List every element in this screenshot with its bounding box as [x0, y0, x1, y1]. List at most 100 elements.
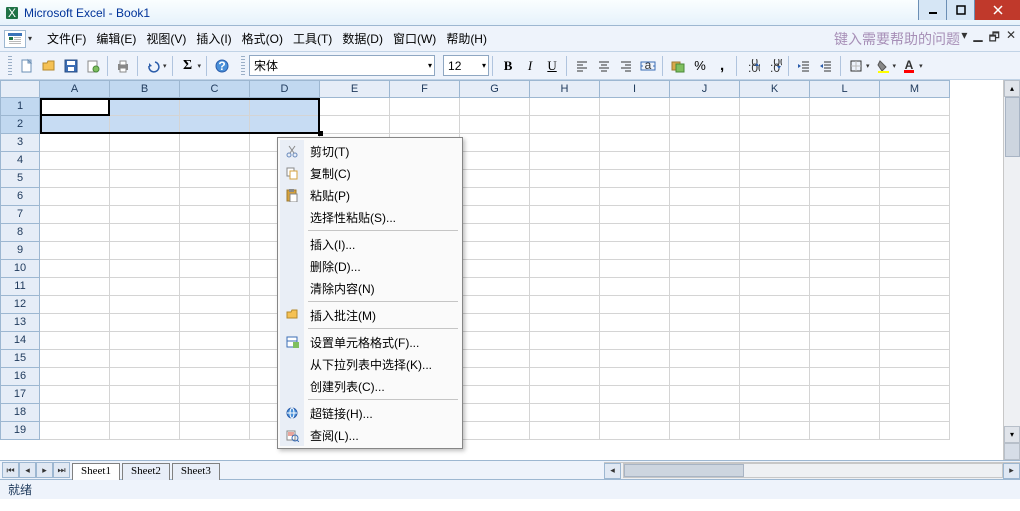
- cell[interactable]: [530, 332, 600, 350]
- cell[interactable]: [880, 332, 950, 350]
- underline-button[interactable]: U: [542, 56, 562, 76]
- chevron-down-icon[interactable]: ▾: [482, 61, 486, 70]
- cell[interactable]: [810, 98, 880, 116]
- cell[interactable]: [530, 206, 600, 224]
- row-header[interactable]: 18: [0, 404, 40, 422]
- row-header[interactable]: 10: [0, 260, 40, 278]
- hscroll-track[interactable]: [623, 463, 1003, 478]
- menu-view[interactable]: 视图(V): [141, 28, 191, 49]
- fill-handle[interactable]: [318, 131, 323, 136]
- cell[interactable]: [740, 332, 810, 350]
- cell[interactable]: [110, 224, 180, 242]
- cell[interactable]: [600, 278, 670, 296]
- cell[interactable]: [110, 296, 180, 314]
- cm-create-list[interactable]: 创建列表(C)...: [280, 375, 460, 397]
- font-color-icon[interactable]: A: [899, 56, 919, 76]
- cell[interactable]: [600, 188, 670, 206]
- cell[interactable]: [40, 332, 110, 350]
- col-header[interactable]: E: [320, 80, 390, 98]
- font-size-combo[interactable]: 12▾: [443, 55, 489, 76]
- row-header[interactable]: 8: [0, 224, 40, 242]
- cell[interactable]: [670, 404, 740, 422]
- row-header[interactable]: 6: [0, 188, 40, 206]
- cell[interactable]: [180, 260, 250, 278]
- cm-hyperlink[interactable]: 超链接(H)...: [280, 402, 460, 424]
- cell[interactable]: [460, 170, 530, 188]
- cell[interactable]: [740, 260, 810, 278]
- cell[interactable]: [810, 206, 880, 224]
- italic-button[interactable]: I: [520, 56, 540, 76]
- cell[interactable]: [110, 116, 180, 134]
- dropdown-icon[interactable]: ▾: [28, 34, 36, 43]
- cell[interactable]: [810, 170, 880, 188]
- decrease-decimal-icon[interactable]: .00.0: [764, 56, 784, 76]
- cell[interactable]: [880, 296, 950, 314]
- cell[interactable]: [600, 260, 670, 278]
- cm-insert-comment[interactable]: 插入批注(M): [280, 304, 460, 326]
- comma-icon[interactable]: ,: [712, 56, 732, 76]
- close-button[interactable]: [974, 0, 1020, 20]
- cell[interactable]: [810, 422, 880, 440]
- cell[interactable]: [40, 386, 110, 404]
- menu-data[interactable]: 数据(D): [337, 28, 388, 49]
- col-header[interactable]: J: [670, 80, 740, 98]
- col-header[interactable]: K: [740, 80, 810, 98]
- help-search-hint[interactable]: 键入需要帮助的问题: [834, 29, 960, 49]
- cell[interactable]: [810, 332, 880, 350]
- cell[interactable]: [530, 368, 600, 386]
- scroll-right-icon[interactable]: ▸: [1003, 463, 1020, 479]
- cell[interactable]: [180, 170, 250, 188]
- cm-lookup[interactable]: 查阅(L)...: [280, 424, 460, 446]
- cell[interactable]: [530, 188, 600, 206]
- cell[interactable]: [670, 314, 740, 332]
- cell[interactable]: [40, 224, 110, 242]
- cell[interactable]: [180, 386, 250, 404]
- cell[interactable]: [110, 368, 180, 386]
- borders-dropdown-icon[interactable]: ▾: [866, 62, 870, 70]
- cm-format-cells[interactable]: 设置单元格格式(F)...: [280, 331, 460, 353]
- cell[interactable]: [530, 404, 600, 422]
- tab-nav-first-icon[interactable]: ⏮: [2, 462, 19, 478]
- cell[interactable]: [740, 314, 810, 332]
- menu-format[interactable]: 格式(O): [237, 28, 288, 49]
- cell[interactable]: [40, 206, 110, 224]
- cell[interactable]: [600, 386, 670, 404]
- help-icon[interactable]: ?: [212, 56, 232, 76]
- cell[interactable]: [530, 242, 600, 260]
- tab-nav-last-icon[interactable]: ⏭: [53, 462, 70, 478]
- fill-color-icon[interactable]: [873, 56, 893, 76]
- cell[interactable]: [530, 350, 600, 368]
- cell[interactable]: [810, 296, 880, 314]
- cell[interactable]: [880, 404, 950, 422]
- cell[interactable]: [530, 422, 600, 440]
- sheet-tab-2[interactable]: Sheet2: [122, 463, 170, 480]
- cell[interactable]: [40, 350, 110, 368]
- scroll-thumb[interactable]: [1005, 97, 1020, 157]
- cell[interactable]: [460, 278, 530, 296]
- cell[interactable]: [390, 116, 460, 134]
- cell[interactable]: [880, 224, 950, 242]
- cell[interactable]: [880, 134, 950, 152]
- cell[interactable]: [180, 368, 250, 386]
- cell[interactable]: [460, 206, 530, 224]
- align-left-icon[interactable]: [572, 56, 592, 76]
- cell[interactable]: [810, 224, 880, 242]
- col-header[interactable]: I: [600, 80, 670, 98]
- cell[interactable]: [880, 278, 950, 296]
- cell[interactable]: [740, 188, 810, 206]
- row-header[interactable]: 9: [0, 242, 40, 260]
- undo-icon[interactable]: [143, 56, 163, 76]
- cell[interactable]: [460, 386, 530, 404]
- cell[interactable]: [670, 98, 740, 116]
- cell[interactable]: [180, 278, 250, 296]
- cell[interactable]: [600, 134, 670, 152]
- col-header[interactable]: H: [530, 80, 600, 98]
- row-header[interactable]: 1: [0, 98, 40, 116]
- cell[interactable]: [40, 188, 110, 206]
- cell[interactable]: [180, 206, 250, 224]
- maximize-button[interactable]: [946, 0, 974, 20]
- bold-button[interactable]: B: [498, 56, 518, 76]
- cell[interactable]: [110, 386, 180, 404]
- cell[interactable]: [320, 98, 390, 116]
- cell[interactable]: [670, 134, 740, 152]
